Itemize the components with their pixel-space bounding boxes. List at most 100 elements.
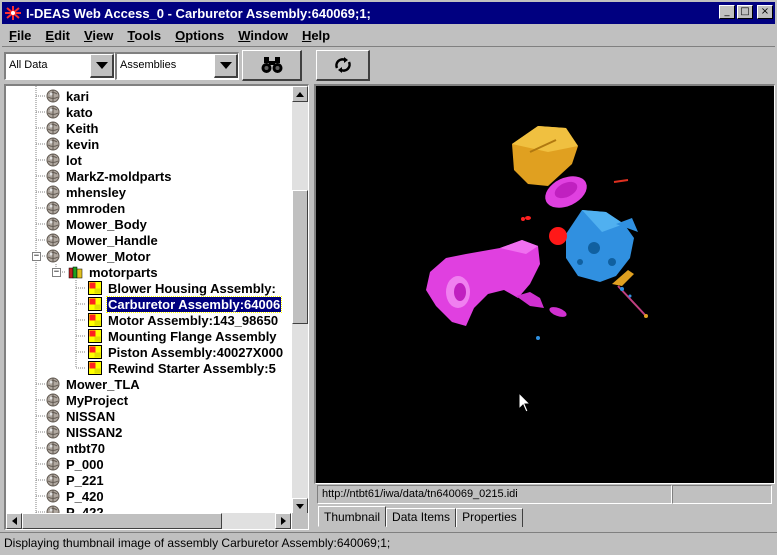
tree-item-assembly[interactable]: Piston Assembly:40027X000 [88,344,284,360]
menu-tools[interactable]: Tools [120,28,168,43]
tree-item-project[interactable]: P_221 [46,472,105,488]
menu-mnemonic: O [175,27,186,43]
tree-item-label: Motor Assembly:143_98650 [108,312,279,328]
scroll-up-button[interactable] [292,86,308,102]
type-filter-dropdown-button[interactable] [214,54,238,78]
tree-vertical-scroll-thumb[interactable] [292,190,308,324]
tree-item-project[interactable]: mhensley [46,184,127,200]
tree-item-project[interactable]: Keith [46,120,100,136]
data-filter-value: All Data [9,59,48,71]
tree-item-assembly[interactable]: Blower Housing Assembly: [88,280,277,296]
close-button[interactable]: × [757,5,773,19]
tree-item-project[interactable]: P_420 [46,488,105,504]
tree-item-label: Keith [66,120,99,136]
title-bar[interactable]: I-DEAS Web Access_0 - Carburetor Assembl… [2,2,775,24]
tree-item-label: Mower_Handle [66,232,158,248]
assembly-icon [88,297,102,311]
globe-icon [46,153,60,167]
globe-icon [46,105,60,119]
tree-item-project[interactable]: MarkZ-moldparts [46,168,172,184]
project-tree[interactable]: kari kato Keith kevin lot MarkZ-moldparts mhen… [4,84,309,530]
tree-item-label: kari [66,88,90,104]
tree-item-assembly[interactable]: Motor Assembly:143_98650 [88,312,279,328]
menu-bar: File Edit View Tools Options Window Help [2,25,337,45]
refresh-icon [334,57,351,73]
tree-item-assembly[interactable]: Carburetor Assembly:64006 [88,295,283,313]
arrow-down-icon [296,503,304,509]
maximize-button[interactable]: □ [737,5,753,19]
tree-item-project-expanded[interactable]: Mower_Motor [46,248,152,264]
tree-item-project[interactable]: Mower_Body [46,216,148,232]
red-sphere-part [549,227,567,245]
globe-icon [46,89,60,103]
globe-icon [46,121,60,135]
globe-icon [46,425,60,439]
tree-item-assembly[interactable]: Mounting Flange Assembly [88,328,278,344]
menu-help[interactable]: Help [295,28,337,43]
tree-item-assembly[interactable]: Rewind Starter Assembly:5 [88,360,277,376]
tree-horizontal-scrollbar[interactable] [6,513,291,529]
tree-item-label: Piston Assembly:40027X000 [108,344,284,360]
data-filter-select[interactable]: All Data [4,52,115,80]
arrow-right-icon [280,517,286,525]
tree-item-label: ntbt70 [66,440,105,456]
tree-item-label: P_420 [66,488,104,504]
library-icon [68,266,83,279]
tree-item-label: NISSAN [66,408,116,424]
globe-icon [46,409,60,423]
tree-item-project[interactable]: ntbt70 [46,440,106,456]
collapse-toggle[interactable]: − [32,252,41,261]
tree-item-project[interactable]: MyProject [46,392,129,408]
search-button[interactable] [242,50,302,81]
tree-list: kari kato Keith kevin lot MarkZ-moldparts mhen… [6,86,291,514]
tree-item-label: Mower_TLA [66,376,140,392]
tree-item-project[interactable]: P_000 [46,456,105,472]
data-filter-dropdown-button[interactable] [90,54,114,78]
menu-options[interactable]: Options [168,28,231,43]
application-window: I-DEAS Web Access_0 - Carburetor Assembl… [0,0,777,555]
tab-properties[interactable]: Properties [456,508,523,527]
tree-item-library[interactable]: motorparts [68,264,159,280]
window-title: I-DEAS Web Access_0 - Carburetor Assembl… [26,5,371,21]
status-bar: Displaying thumbnail image of assembly C… [0,532,777,553]
menu-file[interactable]: File [2,28,38,43]
tree-item-project[interactable]: kato [46,104,94,120]
type-filter-select[interactable]: Assemblies [115,52,239,80]
assembly-icon [88,281,102,295]
tree-vertical-scrollbar[interactable] [292,86,308,514]
scroll-right-button[interactable] [275,513,291,529]
tree-item-label: Blower Housing Assembly: [108,280,276,296]
tab-data-items[interactable]: Data Items [386,508,457,527]
assembly-icon [88,313,102,327]
tab-thumbnail[interactable]: Thumbnail [318,506,387,527]
menu-window[interactable]: Window [231,28,295,43]
menu-view[interactable]: View [77,28,120,43]
scroll-down-button[interactable] [292,498,308,514]
menu-mnemonic: H [301,27,312,43]
tree-item-label: NISSAN2 [66,424,123,440]
tree-horizontal-scroll-thumb[interactable] [22,513,222,529]
menu-label-rest: ools [134,27,162,43]
collapse-toggle[interactable]: − [52,268,61,277]
tree-item-project[interactable]: lot [46,152,83,168]
scroll-left-button[interactable] [6,513,22,529]
toolbar: All Data Assemblies [2,46,775,84]
tree-item-project[interactable]: NISSAN [46,408,116,424]
thumbnail-viewport[interactable] [314,84,775,484]
menu-edit[interactable]: Edit [38,28,77,43]
globe-icon [46,233,60,247]
tree-item-project[interactable]: kari [46,88,90,104]
tree-item-project[interactable]: Mower_Handle [46,232,159,248]
tree-item-project[interactable]: NISSAN2 [46,424,123,440]
tree-item-project[interactable]: kevin [46,136,100,152]
tree-item-project[interactable]: Mower_TLA [46,376,141,392]
tree-item-project[interactable]: mmroden [46,200,126,216]
tree-item-label: MarkZ-moldparts [66,168,172,184]
tree-item-label: MyProject [66,392,129,408]
globe-icon [46,217,60,231]
binoculars-icon [261,57,282,73]
minimize-button[interactable]: _ [719,5,735,19]
viewer-tabs: Thumbnail Data Items Properties [318,506,523,528]
refresh-button[interactable] [316,50,370,81]
tree-item-label: Carburetor Assembly:64006 [105,295,283,313]
